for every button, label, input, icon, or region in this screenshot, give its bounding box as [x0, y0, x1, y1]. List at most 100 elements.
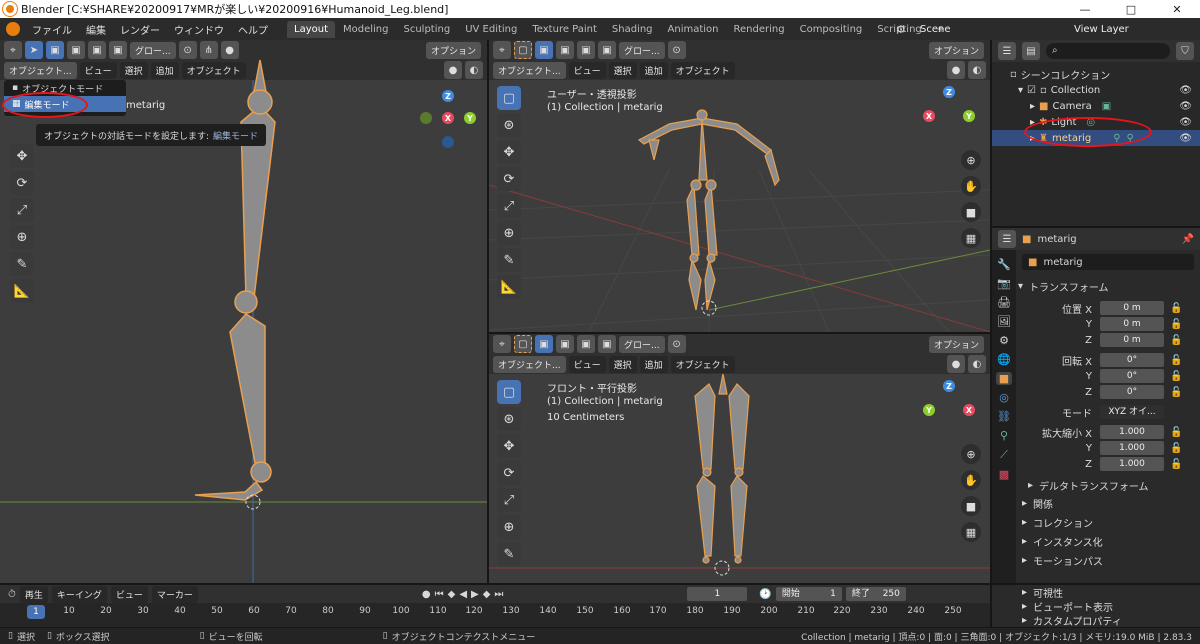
lock-icon[interactable]: 🔓: [1170, 387, 1182, 398]
transform-section-header[interactable]: ▾ トランスフォーム: [1018, 278, 1200, 294]
move-tool-icon[interactable]: ✥: [10, 144, 34, 168]
prev-keyframe-icon[interactable]: ◆: [448, 589, 456, 600]
visibility-eye-icon[interactable]: 👁: [1179, 101, 1192, 112]
section-viewport-display[interactable]: ▸ ビューポート表示: [992, 599, 1200, 614]
front-gizmo-x-axis[interactable]: X: [963, 404, 975, 416]
playback-menu[interactable]: 再生: [19, 585, 48, 603]
scene-selector[interactable]: Scene: [920, 24, 951, 35]
persp-pan-hand-icon[interactable]: ✋: [961, 176, 981, 196]
output-tab-icon[interactable]: 🖨: [997, 296, 1011, 309]
menu-edit[interactable]: 編集: [79, 22, 113, 37]
object-name-field[interactable]: ■ metarig: [1022, 254, 1194, 270]
menu-file[interactable]: ファイル: [25, 22, 79, 37]
view-layer-selector[interactable]: View Layer: [1074, 24, 1129, 35]
front-rotate-tool-icon[interactable]: ⟳: [497, 461, 521, 485]
expand-arrow-icon[interactable]: ▸: [1030, 101, 1035, 112]
gizmo-y-axis[interactable]: Y: [464, 112, 476, 124]
persp-cursor-tool-icon[interactable]: ⊛: [497, 113, 521, 137]
outliner-display-mode-icon[interactable]: ▤: [1022, 42, 1040, 60]
section-visibility[interactable]: ▸ 可視性: [992, 585, 1200, 600]
gizmo-neg-z-axis[interactable]: [442, 136, 454, 148]
persp-navigation-gizmo[interactable]: Z X Y: [919, 86, 979, 146]
tab-compositing[interactable]: Compositing: [793, 21, 870, 38]
rotation-mode-dropdown[interactable]: XYZ オイ...: [1100, 405, 1164, 419]
rotation-y-field[interactable]: 0°: [1100, 369, 1164, 383]
persp-grid-view-icon[interactable]: ▦: [961, 228, 981, 248]
persp-box-select-tool-icon[interactable]: ▢: [497, 86, 521, 110]
maximize-button[interactable]: □: [1108, 0, 1154, 18]
view-layer-tab-icon[interactable]: 🖼: [997, 315, 1011, 328]
section-motion-paths[interactable]: ▸ モーションパス: [1018, 551, 1200, 570]
persp-camera-icon[interactable]: ■: [961, 202, 981, 222]
physics-tab-icon[interactable]: ◎: [999, 391, 1009, 404]
persp-rotate-tool-icon[interactable]: ⟳: [497, 167, 521, 191]
close-button[interactable]: ✕: [1154, 0, 1200, 18]
lock-icon[interactable]: 🔓: [1170, 303, 1182, 314]
section-relations[interactable]: ▸ 関係: [1018, 494, 1200, 513]
current-frame-marker[interactable]: 1: [27, 605, 45, 619]
delta-transform-section[interactable]: ▸ デルタトランスフォーム: [1018, 476, 1200, 494]
location-x-field[interactable]: 0 m: [1100, 301, 1164, 315]
tab-uv-editing[interactable]: UV Editing: [458, 21, 524, 38]
lock-icon[interactable]: 🔓: [1170, 459, 1182, 470]
minimize-button[interactable]: —: [1062, 0, 1108, 18]
menu-render[interactable]: レンダー: [113, 22, 167, 37]
scale-x-field[interactable]: 1.000: [1100, 425, 1164, 439]
visibility-eye-icon[interactable]: 👁: [1179, 133, 1192, 144]
tab-animation[interactable]: Animation: [661, 21, 726, 38]
timeline-ruler[interactable]: 1 10 20 30 40 50 60 70 80 90 100 110 120…: [0, 603, 990, 627]
keying-menu[interactable]: キーイング: [51, 585, 107, 603]
scale-tool-icon[interactable]: ⤢: [10, 198, 34, 222]
outliner-search-icon[interactable]: ⌕: [1046, 43, 1170, 59]
visibility-eye-icon[interactable]: 👁: [1179, 117, 1192, 128]
tab-layout[interactable]: Layout: [287, 20, 335, 38]
front-transform-tool-icon[interactable]: ⊕: [497, 515, 521, 539]
front-camera-icon[interactable]: ■: [961, 496, 981, 516]
front-scale-tool-icon[interactable]: ⤢: [497, 488, 521, 512]
render-tab-icon[interactable]: 📷: [997, 277, 1011, 290]
front-gizmo-y-axis[interactable]: Y: [923, 404, 935, 416]
tab-shading[interactable]: Shading: [605, 21, 660, 38]
persp-gizmo-x-axis[interactable]: X: [923, 110, 935, 122]
play-icon[interactable]: ▶: [471, 589, 479, 600]
timeline-editor-icon[interactable]: ⏱: [8, 589, 16, 600]
persp-gizmo-y-axis[interactable]: Y: [963, 110, 975, 122]
menu-help[interactable]: ヘルプ: [231, 22, 275, 37]
scale-y-field[interactable]: 1.000: [1100, 441, 1164, 455]
properties-editor-icon[interactable]: ☰: [998, 230, 1016, 248]
transform-tool-icon[interactable]: ⊕: [10, 225, 34, 249]
jump-start-icon[interactable]: ⏮: [435, 589, 444, 600]
outliner-filter-icon[interactable]: ⛉: [1176, 42, 1194, 60]
tool-tab-icon[interactable]: 🔧: [997, 258, 1011, 271]
tab-texture-paint[interactable]: Texture Paint: [525, 21, 604, 38]
front-viewport[interactable]: ⌖ ▢ ▣ ▣ ▣ ▣ グロー... ⊙ オプション オブジェクト... ビュー…: [489, 334, 990, 583]
lock-icon[interactable]: 🔓: [1170, 335, 1182, 346]
visibility-eye-icon[interactable]: 👁: [1179, 85, 1192, 96]
scale-z-field[interactable]: 1.000: [1100, 457, 1164, 471]
location-z-field[interactable]: 0 m: [1100, 333, 1164, 347]
gizmo-neg-y-axis[interactable]: [420, 112, 432, 124]
armature-tab-icon[interactable]: ⚲: [1000, 429, 1008, 442]
end-frame-field[interactable]: 終了 250: [845, 587, 906, 601]
menu-window[interactable]: ウィンドウ: [167, 22, 231, 37]
checkbox-icon[interactable]: ☑: [1027, 85, 1036, 96]
front-pan-hand-icon[interactable]: ✋: [961, 470, 981, 490]
expand-arrow-icon[interactable]: ▾: [1018, 85, 1023, 96]
tab-rendering[interactable]: Rendering: [727, 21, 792, 38]
current-frame-field[interactable]: 1: [687, 587, 748, 601]
gizmo-x-axis[interactable]: X: [442, 112, 454, 124]
persp-move-tool-icon[interactable]: ✥: [497, 140, 521, 164]
front-navigation-gizmo[interactable]: Z Y X: [919, 380, 979, 440]
front-box-select-tool-icon[interactable]: ▢: [497, 380, 521, 404]
navigation-gizmo[interactable]: Z X Y: [420, 90, 480, 150]
bone-tab-icon[interactable]: ⟋: [1000, 448, 1008, 462]
section-collections[interactable]: ▸ コレクション: [1018, 513, 1200, 532]
section-instancing[interactable]: ▸ インスタンス化: [1018, 532, 1200, 551]
outliner-camera[interactable]: ▸ ■ Camera ▣ 👁: [992, 98, 1200, 114]
rotate-tool-icon[interactable]: ⟳: [10, 171, 34, 195]
outliner-collection[interactable]: ▾ ☑ ▫ Collection 👁: [992, 82, 1200, 98]
world-tab-icon[interactable]: 🌐: [997, 353, 1011, 366]
persp-measure-tool-icon[interactable]: 📐: [497, 275, 521, 299]
front-zoom-icon[interactable]: ⊕: [961, 444, 981, 464]
blender-menu-icon[interactable]: [6, 22, 20, 36]
